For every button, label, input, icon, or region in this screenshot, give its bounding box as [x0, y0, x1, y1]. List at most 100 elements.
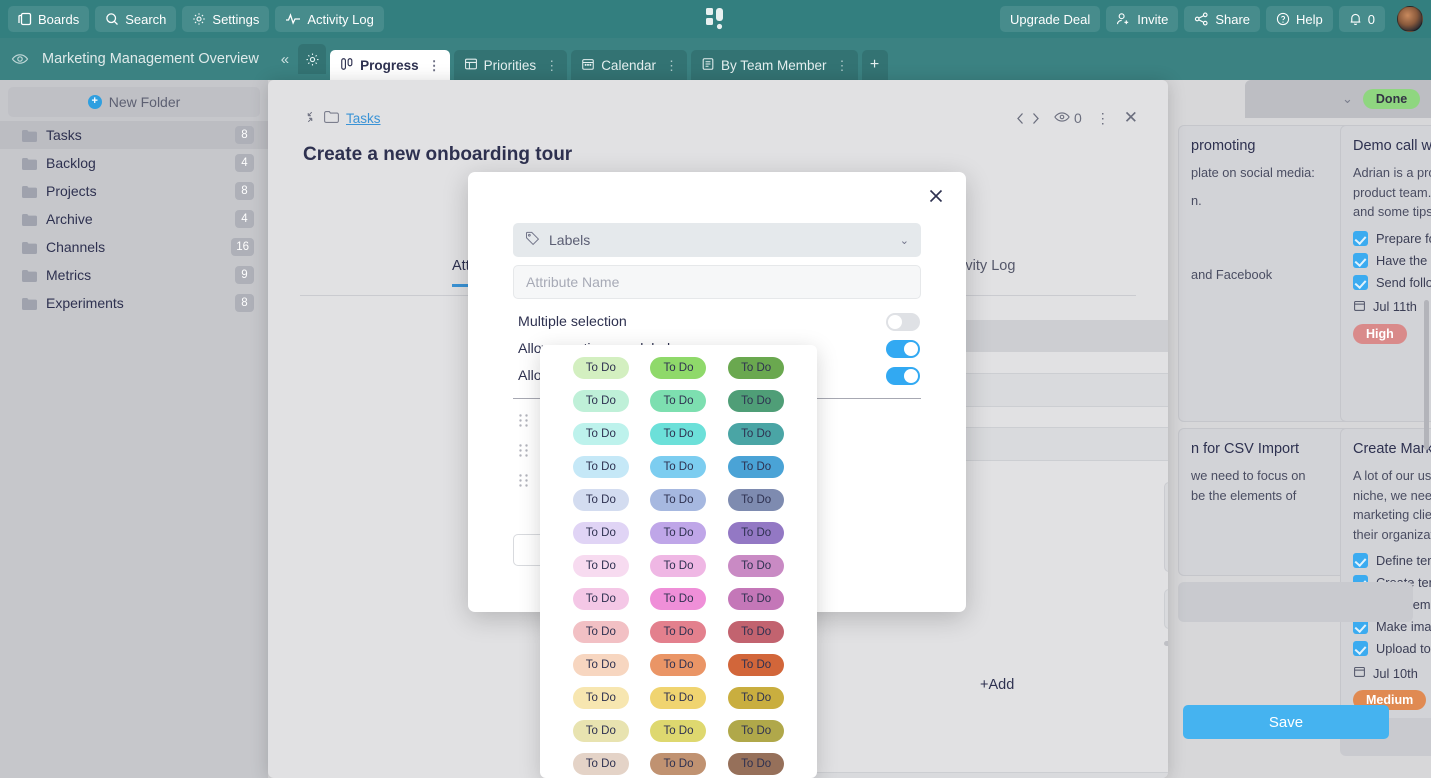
- collapse-sidebar-button[interactable]: «: [281, 51, 289, 68]
- color-swatch-r9-c2[interactable]: To Do: [650, 621, 707, 643]
- checkbox-checked-icon[interactable]: [1353, 252, 1368, 268]
- save-button[interactable]: Save: [1183, 705, 1389, 739]
- color-swatch-r12-c3[interactable]: To Do: [728, 720, 785, 742]
- share-button[interactable]: Share: [1184, 6, 1261, 32]
- sidebar-item-experiments[interactable]: Experiments 8: [0, 289, 268, 317]
- new-folder-button[interactable]: + New Folder: [8, 87, 260, 117]
- checkbox-checked-icon[interactable]: [1353, 553, 1368, 569]
- drag-handle-icon[interactable]: [518, 413, 529, 428]
- color-swatch-r1-c3[interactable]: To Do: [728, 357, 785, 379]
- color-swatch-r5-c1[interactable]: To Do: [572, 489, 629, 511]
- boards-button[interactable]: Boards: [8, 6, 90, 32]
- color-swatch-r7-c2[interactable]: To Do: [650, 555, 707, 577]
- color-swatch-r3-c2[interactable]: To Do: [650, 423, 707, 445]
- subtasks-summary-box[interactable]: [1164, 589, 1168, 629]
- tab-priorities-menu-icon[interactable]: ⋮: [545, 59, 558, 72]
- tab-calendar[interactable]: Calendar ⋮: [571, 50, 687, 80]
- color-swatch-r2-c3[interactable]: To Do: [728, 390, 785, 412]
- color-swatch-r11-c1[interactable]: To Do: [572, 687, 629, 709]
- sidebar-item-metrics[interactable]: Metrics 9: [0, 261, 268, 289]
- tab-by-team-member-menu-icon[interactable]: ⋮: [836, 59, 849, 72]
- sidebar-item-backlog[interactable]: Backlog 4: [0, 149, 268, 177]
- color-swatch-r7-c1[interactable]: To Do: [572, 555, 629, 577]
- checkbox-checked-icon[interactable]: [1353, 641, 1368, 657]
- color-swatch-r9-c1[interactable]: To Do: [572, 621, 629, 643]
- chevron-down-icon[interactable]: ⌄: [900, 234, 909, 247]
- color-swatch-r13-c1[interactable]: To Do: [572, 753, 629, 775]
- color-swatch-r4-c2[interactable]: To Do: [650, 456, 707, 478]
- color-swatch-r4-c3[interactable]: To Do: [728, 456, 785, 478]
- color-swatch-r9-c3[interactable]: To Do: [728, 621, 785, 643]
- sidebar-item-tasks[interactable]: Tasks 8: [0, 121, 268, 149]
- board-card-2-subtask-1[interactable]: Prepare for th: [1353, 230, 1431, 246]
- close-attribute-dialog-button[interactable]: [926, 186, 948, 208]
- board-card-2-subtask-2[interactable]: Have the dem: [1353, 252, 1431, 268]
- collapse-icon[interactable]: [303, 110, 317, 127]
- color-swatch-r3-c1[interactable]: To Do: [572, 423, 629, 445]
- prev-task-button[interactable]: [1016, 112, 1025, 125]
- help-button[interactable]: Help: [1266, 6, 1333, 32]
- notifications-button[interactable]: 0: [1338, 6, 1385, 32]
- color-swatch-r11-c2[interactable]: To Do: [650, 687, 707, 709]
- color-swatch-r3-c3[interactable]: To Do: [728, 423, 785, 445]
- status-field-select[interactable]: To Do ⌄: [764, 772, 1168, 778]
- tab-progress[interactable]: Progress ⋮: [330, 50, 450, 80]
- color-swatch-r12-c2[interactable]: To Do: [650, 720, 707, 742]
- settings-button[interactable]: Settings: [182, 6, 270, 32]
- next-task-button[interactable]: [1031, 112, 1040, 125]
- tab-priorities[interactable]: Priorities ⋮: [453, 50, 568, 80]
- activity-log-button[interactable]: Activity Log: [275, 6, 384, 32]
- close-task-modal-button[interactable]: ✕: [1124, 108, 1138, 128]
- drag-handle-icon[interactable]: [518, 443, 529, 458]
- color-swatch-r2-c2[interactable]: To Do: [650, 390, 707, 412]
- eye-icon[interactable]: [10, 49, 30, 69]
- color-swatch-r5-c2[interactable]: To Do: [650, 489, 707, 511]
- sidebar-item-archive[interactable]: Archive 4: [0, 205, 268, 233]
- page-scrollbar[interactable]: [1424, 300, 1429, 450]
- add-tab-button[interactable]: +: [861, 50, 888, 80]
- tab-progress-menu-icon[interactable]: ⋮: [428, 59, 441, 72]
- color-swatch-r13-c2[interactable]: To Do: [650, 753, 707, 775]
- color-swatch-r12-c1[interactable]: To Do: [572, 720, 629, 742]
- color-swatch-r4-c1[interactable]: To Do: [572, 456, 629, 478]
- color-swatch-r10-c1[interactable]: To Do: [572, 654, 629, 676]
- invite-button[interactable]: Invite: [1106, 6, 1179, 32]
- color-swatch-r6-c1[interactable]: To Do: [572, 522, 629, 544]
- upgrade-deal-button[interactable]: Upgrade Deal: [1000, 6, 1101, 32]
- chevron-down-icon[interactable]: ⌄: [1342, 91, 1353, 107]
- attribute-name-input[interactable]: Attribute Name: [513, 265, 921, 299]
- task-menu-button[interactable]: ⋮: [1096, 110, 1110, 127]
- multiple-selection-toggle[interactable]: [886, 312, 920, 331]
- board-settings-gear-icon[interactable]: [298, 44, 327, 74]
- tab-calendar-menu-icon[interactable]: ⋮: [665, 59, 678, 72]
- color-swatch-r7-c3[interactable]: To Do: [728, 555, 785, 577]
- color-swatch-r11-c3[interactable]: To Do: [728, 687, 785, 709]
- board-card-4[interactable]: Create Marketi A lot of our users niche,…: [1340, 428, 1431, 726]
- board-card-2[interactable]: Demo call with Adrian is a produ product…: [1340, 125, 1431, 422]
- allow-creation-toggle[interactable]: [886, 339, 920, 358]
- color-swatch-r10-c3[interactable]: To Do: [728, 654, 785, 676]
- color-swatch-r5-c3[interactable]: To Do: [728, 489, 785, 511]
- add-option-button[interactable]: +Add: [980, 677, 1014, 693]
- drag-handle-icon[interactable]: [518, 473, 529, 488]
- color-swatch-r8-c1[interactable]: To Do: [572, 588, 629, 610]
- sidebar-item-channels[interactable]: Channels 16: [0, 233, 268, 261]
- color-swatch-r1-c1[interactable]: To Do: [572, 357, 629, 379]
- color-swatch-r8-c3[interactable]: To Do: [728, 588, 785, 610]
- color-swatch-r10-c2[interactable]: To Do: [650, 654, 707, 676]
- user-avatar[interactable]: [1397, 6, 1423, 32]
- allow-secondary-toggle[interactable]: [886, 366, 920, 385]
- tab-by-team-member[interactable]: By Team Member ⋮: [690, 50, 858, 80]
- breadcrumb-folder-link[interactable]: Tasks: [346, 111, 381, 126]
- board-card-4-subtask-1[interactable]: Define templa: [1353, 553, 1431, 569]
- checkbox-checked-icon[interactable]: [1353, 274, 1368, 290]
- color-swatch-r6-c2[interactable]: To Do: [650, 522, 707, 544]
- sidebar-item-projects[interactable]: Projects 8: [0, 177, 268, 205]
- attribute-type-select[interactable]: Labels ⌄: [513, 223, 921, 257]
- search-button[interactable]: Search: [95, 6, 177, 32]
- color-swatch-r2-c1[interactable]: To Do: [572, 390, 629, 412]
- color-swatch-r6-c3[interactable]: To Do: [728, 522, 785, 544]
- checkbox-checked-icon[interactable]: [1353, 230, 1368, 246]
- color-swatch-r8-c2[interactable]: To Do: [650, 588, 707, 610]
- color-swatch-r1-c2[interactable]: To Do: [650, 357, 707, 379]
